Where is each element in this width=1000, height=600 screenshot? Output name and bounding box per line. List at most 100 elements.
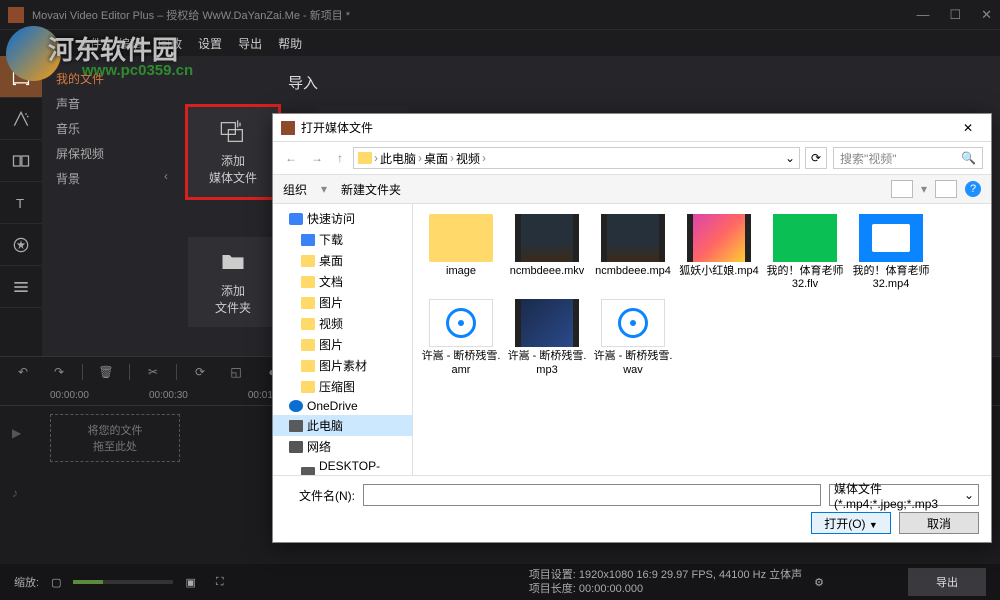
tree-item[interactable]: 图片 — [273, 292, 412, 313]
file-thumbnail — [429, 214, 493, 262]
nav-filters[interactable] — [0, 98, 42, 140]
status-bar: 缩放: ▢ ▣ ⛶ 项目设置: 1920x1080 16:9 29.97 FPS… — [0, 564, 1000, 600]
dialog-title: 打开媒体文件 — [301, 119, 953, 136]
nav-transitions[interactable] — [0, 140, 42, 182]
filename-label: 文件名(N): — [285, 487, 355, 504]
menu-edit[interactable]: 编辑 — [118, 35, 142, 52]
left-nav: T — [0, 56, 42, 356]
search-icon: 🔍 — [961, 151, 976, 165]
file-name: image — [446, 265, 476, 278]
zoom-in-icon[interactable]: ▣ — [185, 576, 195, 589]
file-thumbnail — [859, 214, 923, 262]
tree-item[interactable]: OneDrive — [273, 397, 412, 415]
organize-menu[interactable]: 组织 — [283, 181, 307, 198]
file-item[interactable]: image — [421, 214, 501, 291]
menu-help[interactable]: 帮助 — [278, 35, 302, 52]
file-thumbnail — [515, 214, 579, 262]
newfolder-button[interactable]: 新建文件夹 — [341, 181, 401, 198]
file-item[interactable]: 许嵩 - 断桥残雪.mp3 — [507, 299, 587, 376]
dialog-icon — [281, 121, 295, 135]
menubar: 文件 编辑 回放 设置 导出 帮助 — [0, 30, 1000, 56]
svg-text:T: T — [16, 196, 24, 211]
settings-gear-icon[interactable]: ⚙ — [814, 576, 824, 589]
help-icon[interactable]: ? — [965, 181, 981, 197]
nav-back-icon[interactable]: ← — [281, 149, 301, 167]
refresh-button[interactable]: ⟳ — [805, 147, 827, 169]
redo-button[interactable]: ↷ — [46, 361, 72, 383]
file-thumbnail — [773, 214, 837, 262]
nav-titles[interactable]: T — [0, 182, 42, 224]
file-name: 我的！体育老师32.mp4 — [851, 265, 931, 291]
tree-item[interactable]: 此电脑 — [273, 415, 412, 436]
add-media-button[interactable]: 添加 媒体文件 — [188, 107, 278, 197]
tree-item[interactable]: 下载 — [273, 229, 412, 250]
file-name: 许嵩 - 断桥残雪.mp3 — [507, 350, 587, 376]
side-panel: 我的文件 声音 音乐 屏保视频 背景 — [42, 56, 172, 356]
nav-fwd-icon[interactable]: → — [307, 149, 327, 167]
cancel-button[interactable]: 取消 — [899, 512, 979, 534]
file-name: ncmbdeee.mkv — [510, 265, 585, 278]
crop-button[interactable]: ◱ — [223, 361, 249, 383]
file-list: image ncmbdeee.mkv ncmbdeee.mp4 狐妖小红娘.mp4 我的… — [413, 204, 991, 475]
folder-icon — [289, 213, 303, 225]
file-item[interactable]: ncmbdeee.mp4 — [593, 214, 673, 291]
zoom-label: 缩放: — [14, 574, 39, 590]
undo-button[interactable]: ↶ — [10, 361, 36, 383]
rotate-button[interactable]: ⟳ — [187, 361, 213, 383]
file-thumbnail — [429, 299, 493, 347]
filename-input[interactable] — [363, 484, 821, 506]
file-name: 狐妖小红娘.mp4 — [679, 265, 758, 278]
folder-icon — [301, 360, 315, 372]
folder-icon — [289, 400, 303, 412]
zoom-out-icon[interactable]: ▢ — [51, 576, 61, 589]
nav-more[interactable] — [0, 266, 42, 308]
tree-item[interactable]: 图片素材 — [273, 355, 412, 376]
project-settings-text: 项目设置: 1920x1080 16:9 29.97 FPS, 44100 Hz… — [529, 568, 802, 582]
cat-sample[interactable]: 屏保视频 — [42, 141, 172, 166]
folder-icon — [301, 318, 315, 330]
cat-myfiles[interactable]: 我的文件 — [42, 66, 172, 91]
drop-placeholder[interactable]: 将您的文件 拖至此处 — [50, 414, 180, 462]
menu-settings[interactable]: 设置 — [198, 35, 222, 52]
nav-stickers[interactable] — [0, 224, 42, 266]
zoom-slider[interactable] — [73, 580, 173, 584]
nav-import[interactable] — [0, 56, 42, 98]
menu-playback[interactable]: 回放 — [158, 35, 182, 52]
file-item[interactable]: 我的！体育老师32.flv — [765, 214, 845, 291]
delete-button[interactable]: 🗑 — [93, 361, 119, 383]
tree-item[interactable]: 网络 — [273, 436, 412, 457]
preview-button[interactable] — [935, 180, 957, 198]
file-item[interactable]: 我的！体育老师32.mp4 — [851, 214, 931, 291]
export-button[interactable]: 导出 — [908, 568, 986, 596]
tree-item[interactable]: 文档 — [273, 271, 412, 292]
open-button[interactable]: 打开(O) ▼ — [811, 512, 891, 534]
breadcrumb[interactable]: › 此电脑› 桌面› 视频› ⌄ — [353, 147, 800, 169]
tree-item[interactable]: 视频 — [273, 313, 412, 334]
tree-item[interactable]: DESKTOP-7ETC — [273, 457, 412, 475]
file-item[interactable]: ncmbdeee.mkv — [507, 214, 587, 291]
tree-item[interactable]: 图片 — [273, 334, 412, 355]
file-item[interactable]: 狐妖小红娘.mp4 — [679, 214, 759, 291]
menu-export[interactable]: 导出 — [238, 35, 262, 52]
dialog-close-button[interactable]: ✕ — [953, 121, 983, 135]
cut-button[interactable]: ✂ — [140, 361, 166, 383]
minimize-button[interactable]: — — [916, 7, 929, 23]
file-item[interactable]: 许嵩 - 断桥残雪.amr — [421, 299, 501, 376]
tree-item[interactable]: 桌面 — [273, 250, 412, 271]
close-button[interactable]: ✕ — [981, 7, 992, 23]
tree-item[interactable]: 快速访问 — [273, 208, 412, 229]
maximize-button[interactable]: ☐ — [949, 7, 961, 23]
add-folder-button[interactable]: 添加 文件夹 — [188, 237, 278, 327]
file-item[interactable]: 许嵩 - 断桥残雪.wav — [593, 299, 673, 376]
cat-music[interactable]: 音乐 — [42, 116, 172, 141]
filetype-filter[interactable]: 媒体文件 (*.mp4;*.jpeg;*.mp3⌄ — [829, 484, 979, 506]
tree-item[interactable]: 压缩图 — [273, 376, 412, 397]
cat-sounds[interactable]: 声音 — [42, 91, 172, 116]
fit-icon[interactable]: ⛶ — [216, 576, 224, 589]
collapse-chevron-icon[interactable]: ‹ — [160, 156, 172, 196]
nav-up-icon[interactable]: ↑ — [333, 149, 347, 167]
menu-file[interactable]: 文件 — [78, 35, 102, 52]
view-mode-button[interactable] — [891, 180, 913, 198]
cat-bg[interactable]: 背景 — [42, 166, 172, 191]
search-input[interactable]: 搜索"视频" 🔍 — [833, 147, 983, 169]
